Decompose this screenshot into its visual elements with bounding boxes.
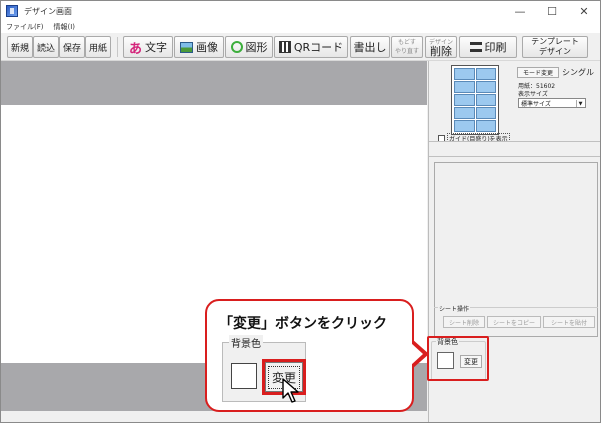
display-size-value: 標準サイズ xyxy=(521,100,551,108)
save-button[interactable]: 保存 xyxy=(59,36,85,58)
sheet-cell[interactable] xyxy=(454,81,475,93)
title-bar: デザイン画面 — ☐ ✕ xyxy=(1,1,600,21)
qr-button-label: QRコード xyxy=(293,41,344,54)
sheet-operations-group: シート操作 シート削除 シートをコピー シートを貼付 xyxy=(434,304,598,335)
callout-text: 「変更」ボタンをクリック xyxy=(219,316,387,332)
sheet-cell[interactable] xyxy=(454,94,475,106)
new-button[interactable]: 新規 xyxy=(7,36,33,58)
qr-code-icon xyxy=(278,41,291,53)
text-button[interactable]: あ 文字 xyxy=(123,36,173,58)
mode-value: シングル xyxy=(562,68,594,77)
highlight-frame xyxy=(427,336,489,381)
zoomed-color-swatch xyxy=(231,363,257,389)
toolbar-separator xyxy=(117,37,118,57)
template-design-label: デザイン xyxy=(538,47,571,56)
shape-button[interactable]: 図形 xyxy=(225,36,273,58)
sheet-layout-preview[interactable] xyxy=(451,65,499,135)
print-button-label: 印刷 xyxy=(484,41,507,54)
maximize-button[interactable]: ☐ xyxy=(536,1,568,21)
undo-redo-button[interactable]: もどす やり直す xyxy=(391,36,423,58)
sheet-paste-button[interactable]: シートを貼付 xyxy=(543,316,595,328)
template-label: テンプレート xyxy=(531,37,579,46)
mouse-cursor-icon xyxy=(282,378,299,403)
chevron-down-icon: ▼ xyxy=(576,100,584,107)
print-icon xyxy=(469,42,482,52)
app-icon xyxy=(6,5,18,17)
export-button[interactable]: 書出し xyxy=(350,36,390,58)
panel-divider xyxy=(429,141,600,157)
sheet-cell[interactable] xyxy=(454,107,475,119)
circle-shape-icon xyxy=(230,41,243,53)
display-size-label: 表示サイズ xyxy=(518,91,548,98)
qr-code-button[interactable]: QRコード xyxy=(274,36,348,58)
mode-change-button[interactable]: モード変更 xyxy=(517,67,559,78)
sheet-cell[interactable] xyxy=(475,107,496,119)
shape-button-label: 図形 xyxy=(245,41,268,54)
sheet-cell[interactable] xyxy=(475,68,496,80)
template-design-button[interactable]: テンプレート デザイン xyxy=(522,36,588,58)
sheet-cell[interactable] xyxy=(454,120,475,132)
undo-label: もどす xyxy=(398,39,416,46)
sheet-cell[interactable] xyxy=(475,120,496,132)
minimize-button[interactable]: — xyxy=(504,1,536,21)
sheet-copy-button[interactable]: シートをコピー xyxy=(487,316,541,328)
open-button[interactable]: 読込 xyxy=(33,36,59,58)
menu-info[interactable]: 情報(I) xyxy=(54,22,76,32)
menu-file[interactable]: ファイル(F) xyxy=(6,22,44,32)
close-button[interactable]: ✕ xyxy=(568,1,600,21)
instruction-callout: 「変更」ボタンをクリック 背景色 変更 xyxy=(205,299,414,412)
zoomed-background-color-label: 背景色 xyxy=(229,335,263,350)
sheet-cell[interactable] xyxy=(475,81,496,93)
paper-button[interactable]: 用紙 xyxy=(85,36,111,58)
text-button-label: 文字 xyxy=(145,41,167,54)
toolbar: 新規 読込 保存 用紙 あ 文字 画像 図形 QRコード 書出し もどす やり直… xyxy=(1,33,600,61)
print-button[interactable]: 印刷 xyxy=(459,36,517,58)
sheet-cell[interactable] xyxy=(454,68,475,80)
sheet-delete-button[interactable]: シート削除 xyxy=(443,316,485,328)
window-title: デザイン画面 xyxy=(24,6,72,16)
image-icon xyxy=(180,41,193,53)
callout-pointer-inner xyxy=(411,343,423,365)
design-delete-label: 削除 xyxy=(429,45,452,58)
image-button-label: 画像 xyxy=(196,41,218,54)
sheet-operations-label: シート操作 xyxy=(438,304,471,313)
redo-label: やり直す xyxy=(394,48,419,55)
app-window: デザイン画面 — ☐ ✕ ファイル(F) 情報(I) 新規 読込 保存 用紙 あ… xyxy=(0,0,601,423)
image-button[interactable]: 画像 xyxy=(174,36,224,58)
display-size-select[interactable]: 標準サイズ ▼ xyxy=(518,98,586,108)
sheet-cell[interactable] xyxy=(475,94,496,106)
text-a-icon: あ xyxy=(128,41,142,57)
design-delete-button[interactable]: デザイン 削除 xyxy=(425,36,457,58)
menu-bar: ファイル(F) 情報(I) xyxy=(1,21,600,33)
